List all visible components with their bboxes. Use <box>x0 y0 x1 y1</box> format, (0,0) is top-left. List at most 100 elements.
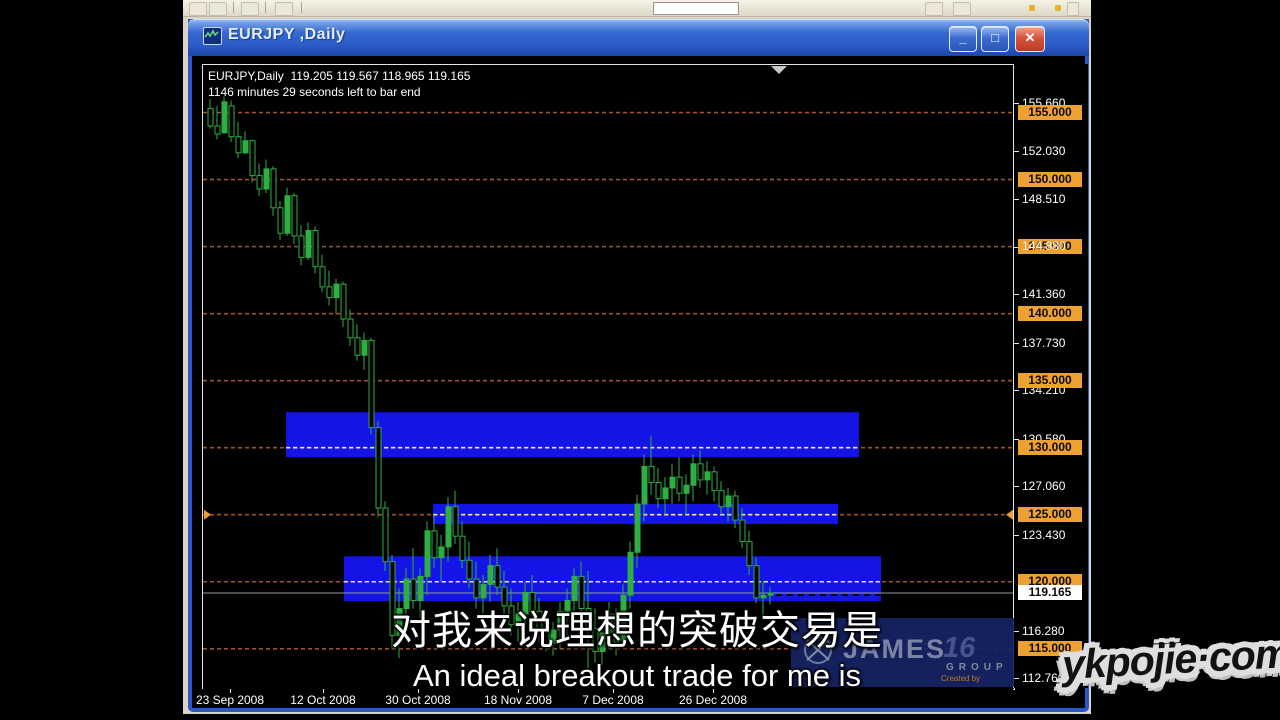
toolbar-button[interactable] <box>1067 2 1079 16</box>
price-tick-mark <box>1014 631 1019 632</box>
brand-credit: Created by <box>941 674 980 683</box>
candle-body <box>670 477 675 488</box>
minimize-button[interactable]: _ <box>949 26 977 52</box>
toolbar-zoom-out-icon[interactable] <box>1055 5 1061 11</box>
toolbar-symbol-field[interactable] <box>653 2 739 15</box>
candle-body <box>523 592 528 613</box>
mt4-toolbar[interactable] <box>183 0 1091 17</box>
date-tick-label: 12 Oct 2008 <box>290 693 355 707</box>
candle-body <box>586 609 591 629</box>
candle-body <box>747 542 752 566</box>
price-tick-mark <box>1014 486 1019 487</box>
candle-body <box>243 141 248 153</box>
brand-name: JAMES <box>843 634 946 665</box>
candle-body <box>348 319 353 338</box>
brand-number: 16 <box>943 632 975 665</box>
candle-body <box>579 576 584 608</box>
candle-body <box>390 562 395 636</box>
candle-body <box>663 488 668 499</box>
candle-body <box>600 633 605 652</box>
chart-header-ohlc: EURJPY,Daily 119.205 119.567 118.965 119… <box>208 69 470 83</box>
price-level-label: 135.000 <box>1018 373 1082 388</box>
candle-body <box>334 284 339 297</box>
candle-body <box>558 611 563 630</box>
price-level-label: 150.000 <box>1018 172 1082 187</box>
candle-body <box>215 126 220 134</box>
price-tick-mark <box>1014 151 1019 152</box>
candle-body <box>761 595 766 598</box>
level-arrow-right-icon <box>1006 510 1013 520</box>
candle-body <box>425 531 430 577</box>
toolbar-button[interactable] <box>275 2 293 16</box>
candle-body <box>376 428 381 508</box>
candle-body <box>404 579 409 608</box>
chart-window-titlebar[interactable]: EURJPY ,Daily _ □ ✕ <box>188 19 1089 56</box>
candle-body <box>719 491 724 507</box>
date-axis[interactable]: 23 Sep 200812 Oct 200830 Oct 200818 Nov … <box>202 689 1013 708</box>
candle-body <box>768 593 773 595</box>
candle-body <box>740 520 745 541</box>
chart-header: EURJPY,Daily 119.205 119.567 118.965 119… <box>208 68 470 100</box>
candle-body <box>327 287 332 298</box>
candle-body <box>544 633 549 644</box>
candle-body <box>306 231 311 258</box>
candle-body <box>593 629 598 652</box>
price-tick-label: 127.060 <box>1022 479 1065 493</box>
price-tick-label: 137.730 <box>1022 336 1065 350</box>
maximize-button[interactable]: □ <box>981 26 1009 52</box>
site-watermark: ykpojie·com <box>1061 630 1280 689</box>
candle-body <box>537 611 542 632</box>
candle-body <box>698 464 703 480</box>
price-tick-label: 112.760 <box>1022 671 1065 685</box>
james16-watermark-banner: JAMES 16 GROUP Created by <box>791 618 1014 687</box>
price-level-label: 140.000 <box>1018 306 1082 321</box>
price-tick-mark <box>1014 535 1019 536</box>
toolbar-button[interactable] <box>189 2 207 16</box>
candle-body <box>208 109 213 126</box>
toolbar-zoom-in-icon[interactable] <box>1029 5 1035 11</box>
level-arrow-left-icon <box>204 510 211 520</box>
candle-body <box>467 560 472 579</box>
candle-body <box>642 466 647 504</box>
candle-body <box>530 592 535 611</box>
candle-body <box>278 208 283 233</box>
price-tick-mark <box>1014 390 1019 391</box>
candle-body <box>726 496 731 507</box>
candle-body <box>481 584 486 597</box>
price-tick-label: 152.030 <box>1022 144 1065 158</box>
price-tick-mark <box>1014 343 1019 344</box>
candle-body <box>236 137 241 153</box>
price-axis[interactable]: 155.660152.030148.510144.880141.360137.7… <box>1013 64 1088 688</box>
date-tick-label: 26 Dec 2008 <box>679 693 747 707</box>
toolbar-separator <box>301 2 302 13</box>
candle-body <box>495 566 500 587</box>
candle-body <box>677 477 682 493</box>
candle-body <box>572 576 577 600</box>
candle-body <box>607 614 612 633</box>
toolbar-button[interactable] <box>953 2 971 16</box>
candle-body <box>222 102 227 133</box>
toolbar-separator <box>265 2 266 13</box>
brand-group: GROUP <box>946 662 1008 673</box>
candle-body <box>754 566 759 598</box>
chart-plot-area[interactable]: JAMES 16 GROUP Created by EURJPY,Daily 1… <box>202 64 1015 690</box>
chart-header-countdown: 1146 minutes 29 seconds left to bar end <box>208 85 421 99</box>
date-tick-label: 7 Dec 2008 <box>582 693 643 707</box>
price-tick-mark <box>1014 199 1019 200</box>
toolbar-button[interactable] <box>209 2 227 16</box>
candle-body <box>250 141 255 176</box>
toolbar-button[interactable] <box>241 2 259 16</box>
price-tick-mark <box>1014 678 1019 679</box>
candle-body <box>369 340 374 427</box>
candle-body <box>509 606 514 625</box>
toolbar-button[interactable] <box>925 2 943 16</box>
candle-body <box>383 508 388 562</box>
candle-body <box>684 485 689 493</box>
date-tick-label: 18 Nov 2008 <box>484 693 552 707</box>
candle-body <box>397 609 402 636</box>
candle-body <box>733 496 738 520</box>
close-button[interactable]: ✕ <box>1015 26 1045 52</box>
candle-body <box>502 587 507 606</box>
candle-body <box>229 106 234 137</box>
price-tick-label: 116.280 <box>1022 624 1065 638</box>
